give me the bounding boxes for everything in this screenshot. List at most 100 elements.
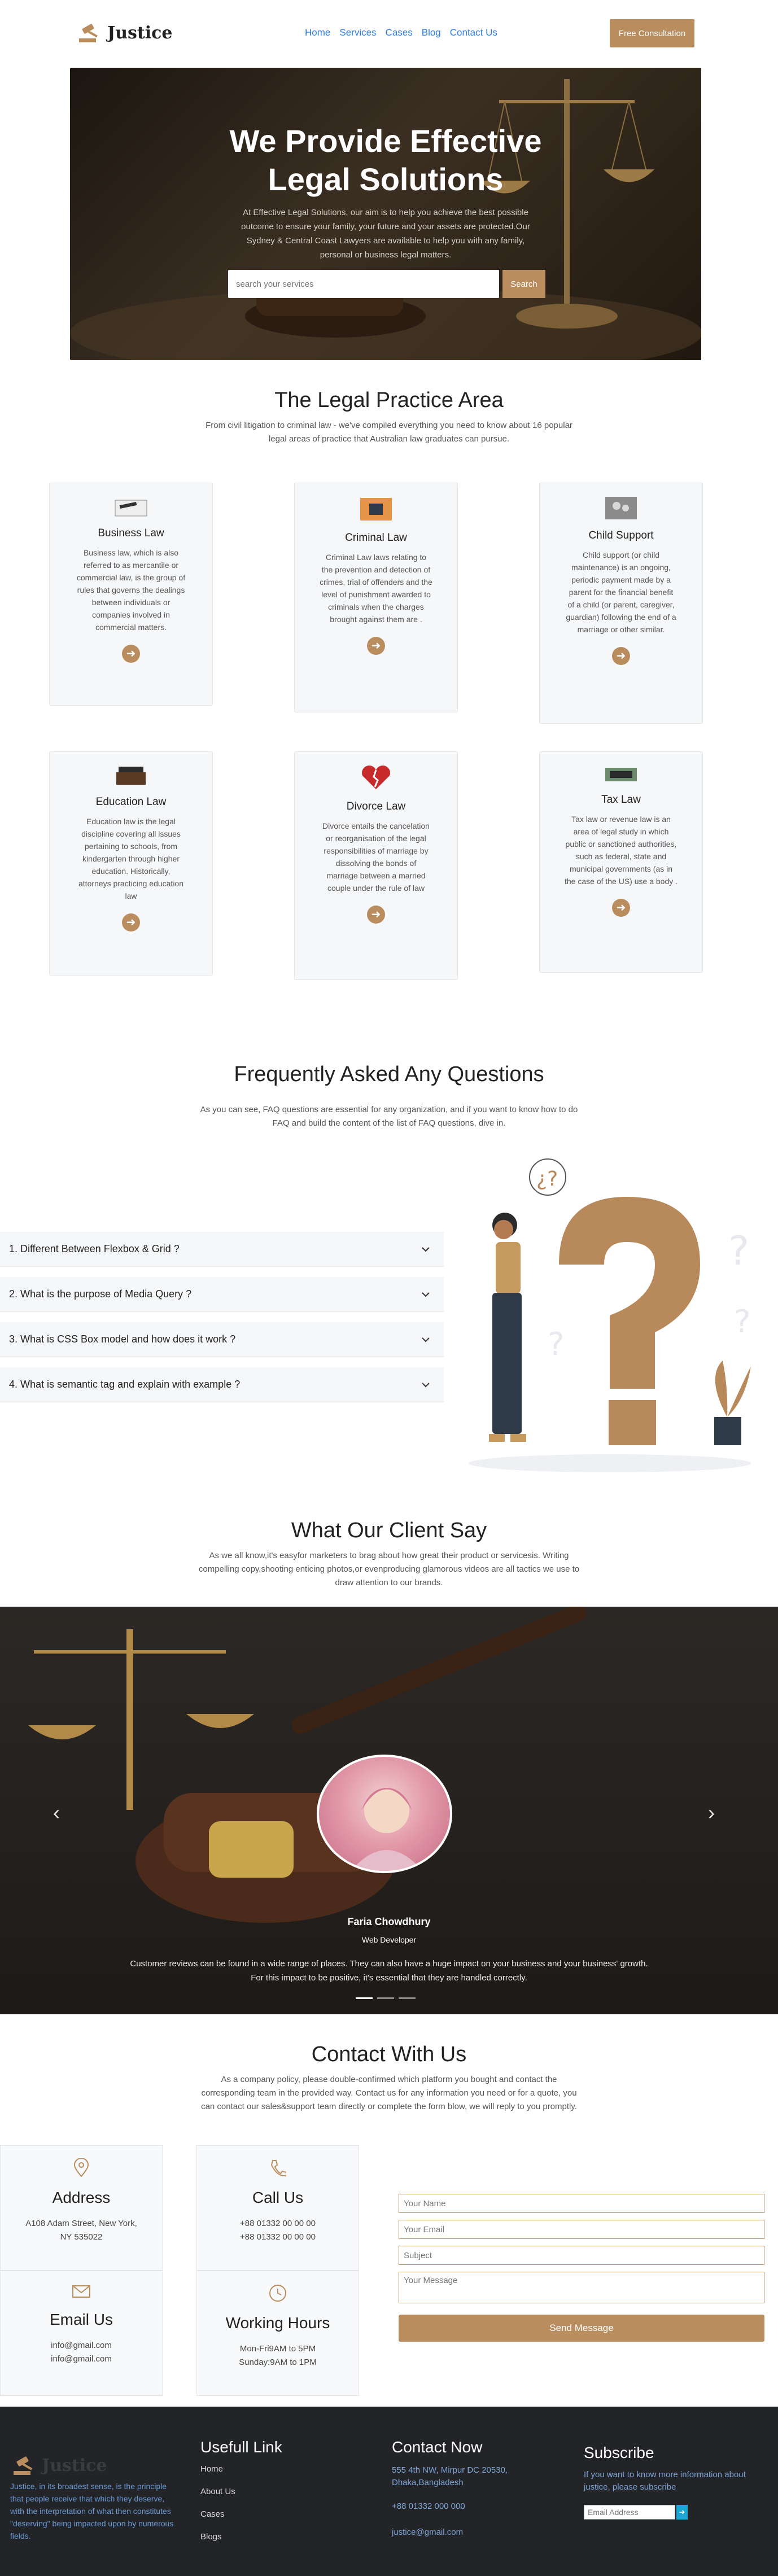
child-support-icon <box>605 497 637 519</box>
nav-blog[interactable]: Blog <box>422 27 441 38</box>
nav-cases[interactable]: Cases <box>386 27 413 38</box>
client-role: Web Developer <box>361 1935 417 1944</box>
footer-logo[interactable]: Justice <box>11 2454 107 2477</box>
hours-card: Working Hours Mon-Fri9AM to 5PM Sunday:9… <box>196 2271 359 2396</box>
client-avatar <box>317 1755 452 1873</box>
card-text: Business law, which is also referred to … <box>76 548 186 632</box>
faq-question: 2. What is the purpose of Media Query ? <box>9 1288 192 1300</box>
education-law-icon <box>116 767 146 785</box>
chevron-down-icon <box>422 1292 430 1297</box>
question-mark-illustration: ? ? ? ¿? <box>469 1158 751 1472</box>
svg-text:?: ? <box>548 1326 565 1363</box>
arrow-right-icon[interactable]: ➜ <box>612 647 630 665</box>
faq-item-1[interactable]: 1. Different Between Flexbox & Grid ? <box>0 1232 444 1267</box>
subject-input[interactable] <box>399 2246 764 2265</box>
navbar: Justice Home Services Cases Blog Contact… <box>0 0 778 68</box>
card-text: Divorce entails the cancelation or reorg… <box>322 821 430 893</box>
practice-card-education-law: Education Law Education law is the legal… <box>49 751 213 976</box>
practice-card-tax-law: Tax Law Tax law or revenue law is an are… <box>539 751 703 973</box>
footer-contact-email[interactable]: justice@gmail.com <box>392 2526 463 2539</box>
slider-prev-icon[interactable]: ‹ <box>53 1801 60 1825</box>
card-text: Child support (or child maintenance) is … <box>566 550 676 634</box>
chevron-down-icon <box>422 1382 430 1387</box>
address-line: NY 535022 <box>60 2232 103 2242</box>
slider-dots <box>356 1997 416 1999</box>
faq-item-2[interactable]: 2. What is the purpose of Media Query ? <box>0 1277 444 1312</box>
card-title: Business Law <box>98 527 164 539</box>
practice-card-divorce-law: Divorce Law Divorce entails the cancelat… <box>294 751 458 980</box>
footer-logo-text: Justice <box>42 2455 107 2476</box>
testimonials-title: What Our Client Say <box>291 1519 487 1542</box>
slider-dot[interactable] <box>356 1997 373 1999</box>
nav-contact[interactable]: Contact Us <box>450 27 497 38</box>
footer-link-home[interactable]: Home <box>200 2464 223 2474</box>
practice-subtitle: From civil litigation to criminal law - … <box>206 421 572 444</box>
email-input[interactable] <box>399 2220 764 2239</box>
nav-home[interactable]: Home <box>305 27 330 38</box>
arrow-right-icon[interactable]: ➜ <box>122 645 140 663</box>
logo[interactable]: Justice <box>77 21 173 44</box>
practice-card-criminal-law: Criminal Law Criminal Law laws relating … <box>294 483 458 712</box>
card-title: Tax Law <box>601 794 641 806</box>
subscribe-submit-icon[interactable]: ➜ <box>676 2505 688 2520</box>
address-line: A108 Adam Street, New York, <box>25 2219 137 2228</box>
nav-services[interactable]: Services <box>339 27 376 38</box>
call-card: Call Us +88 01332 00 00 00 +88 01332 00 … <box>196 2145 359 2271</box>
card-title: Divorce Law <box>346 801 406 812</box>
card-text: Education law is the legal discipline co… <box>78 817 183 900</box>
chevron-down-icon <box>422 1247 430 1252</box>
footer-subscribe-text: If you want to know more information abo… <box>584 2470 746 2492</box>
email-line: info@gmail.com <box>51 2354 112 2364</box>
subscribe-email-input[interactable] <box>584 2505 675 2520</box>
footer: Justice Justice, in its broadest sense, … <box>0 2407 778 2576</box>
footer-link-cases[interactable]: Cases <box>200 2509 225 2519</box>
card-title: Working Hours <box>225 2314 330 2332</box>
card-text: Criminal Law laws relating to the preven… <box>320 553 432 624</box>
footer-links-title: Usefull Link <box>200 2438 282 2456</box>
search-input[interactable] <box>228 270 499 298</box>
arrow-right-icon[interactable]: ➜ <box>367 637 385 655</box>
slider-dot[interactable] <box>399 1997 416 1999</box>
address-card: Address A108 Adam Street, New York, NY 5… <box>0 2145 163 2271</box>
client-photo-icon <box>351 1788 423 1871</box>
email-card: Email Us info@gmail.com info@gmail.com <box>0 2271 163 2396</box>
envelope-icon <box>72 2285 90 2298</box>
arrow-right-icon[interactable]: ➜ <box>122 913 140 931</box>
slider-dot[interactable] <box>377 1997 394 1999</box>
card-title: Email Us <box>49 2311 113 2328</box>
free-consultation-button[interactable]: Free Consultation <box>610 19 694 47</box>
message-textarea[interactable] <box>399 2272 764 2303</box>
nav-links: Home Services Cases Blog Contact Us <box>305 27 497 38</box>
broken-heart-icon <box>362 766 390 789</box>
phone-line: +88 01332 00 00 00 <box>240 2219 316 2228</box>
practice-card-child-support: Child Support Child support (or child ma… <box>539 483 703 724</box>
card-title: Call Us <box>252 2189 304 2206</box>
faq-question: 1. Different Between Flexbox & Grid ? <box>9 1243 180 1254</box>
location-pin-icon <box>73 2158 89 2177</box>
faq-item-3[interactable]: 3. What is CSS Box model and how does it… <box>0 1322 444 1357</box>
contact-title: Contact With Us <box>311 2043 467 2066</box>
card-title: Address <box>52 2189 111 2206</box>
arrow-right-icon[interactable]: ➜ <box>612 899 630 917</box>
faq-item-4[interactable]: 4. What is semantic tag and explain with… <box>0 1367 444 1402</box>
hours-line: Sunday:9AM to 1PM <box>239 2358 317 2367</box>
footer-link-blogs[interactable]: Blogs <box>200 2532 222 2542</box>
arrow-right-icon[interactable]: ➜ <box>367 906 385 924</box>
gavel-logo-icon <box>14 2456 33 2475</box>
svg-text:¿?: ¿? <box>536 1167 558 1191</box>
search-button[interactable]: Search <box>502 270 545 298</box>
business-law-icon <box>115 500 147 517</box>
criminal-law-icon <box>360 498 392 521</box>
hero-subtitle: At Effective Legal Solutions, our aim is… <box>241 208 530 260</box>
faq-title: Frequently Asked Any Questions <box>234 1062 544 1086</box>
name-input[interactable] <box>399 2194 764 2213</box>
footer-contact-phone: +88 01332 000 000 <box>392 2501 465 2511</box>
clock-icon <box>269 2285 286 2302</box>
footer-link-about[interactable]: About Us <box>200 2487 235 2496</box>
hero-title: We Provide Effective Legal Solutions <box>229 123 542 197</box>
testimonials-subtitle: As we all know,it's easyfor marketers to… <box>198 1551 580 1587</box>
svg-text:?: ? <box>728 1228 749 1274</box>
slider-next-icon[interactable]: › <box>708 1801 715 1825</box>
testimonial-text: Customer reviews can be found in a wide … <box>130 1959 648 1983</box>
send-message-button[interactable]: Send Message <box>399 2315 764 2342</box>
